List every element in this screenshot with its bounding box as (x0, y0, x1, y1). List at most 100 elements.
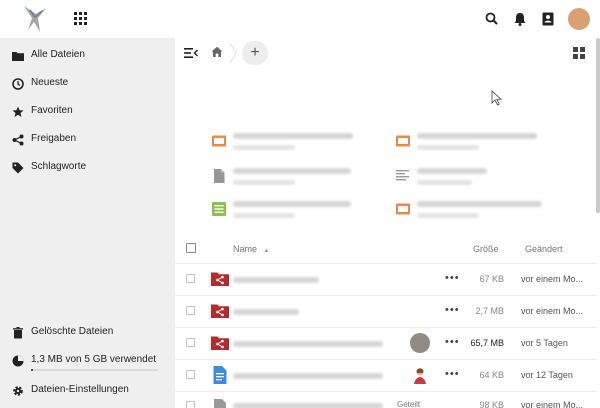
gear-icon (13, 386, 23, 396)
blurred-filename (233, 201, 351, 207)
navigation-sidebar: Alle Dateien Neueste Favoriten Freigaben… (0, 38, 175, 408)
recent-file-item[interactable] (212, 131, 382, 157)
share-owner-avatar[interactable] (410, 333, 430, 353)
home-icon[interactable] (211, 46, 223, 58)
tag-icon (12, 162, 24, 174)
file-modified: vor 5 Tagen (521, 338, 568, 348)
blurred-filedate (233, 145, 295, 150)
blurred-filename (417, 168, 487, 174)
file-icon (214, 399, 226, 408)
blurred-filename (233, 168, 351, 174)
row-checkbox[interactable] (186, 306, 195, 315)
sidebar-item-label: Schlagworte (31, 161, 87, 172)
sidebar-item-label: Gelöschte Dateien (31, 326, 114, 337)
pie-chart-icon (12, 355, 24, 367)
sidebar-item-shares[interactable]: Freigaben (0, 127, 175, 153)
file-modified: vor 12 Tagen (521, 370, 573, 380)
file-size: 2,7 MB (475, 306, 504, 316)
file-modified: vor einem Mo... (521, 274, 584, 284)
column-header-modified[interactable]: Geändert (525, 244, 563, 254)
file-modified: vor einem Mo... (521, 306, 584, 316)
file-size: 65,7 MB (470, 338, 504, 348)
blurred-filename (233, 133, 353, 139)
row-actions-menu[interactable]: ••• (445, 304, 460, 316)
add-button[interactable]: + (242, 41, 268, 65)
select-all-checkbox[interactable] (186, 243, 196, 253)
table-row[interactable]: ••• 65,7 MB vor 5 Tagen (175, 327, 596, 359)
column-header-name[interactable]: Name ▲ (233, 244, 269, 254)
table-row[interactable]: Geteilt 98 KB vor einem Mo... (175, 391, 596, 408)
breadcrumb-separator (229, 42, 237, 64)
sidebar-item-files-settings[interactable]: Dateien-Einstellungen (0, 378, 175, 404)
clock-icon (12, 78, 24, 90)
sidebar-item-deleted-files[interactable]: Gelöschte Dateien (0, 320, 175, 346)
shared-label[interactable]: Geteilt (397, 400, 420, 408)
blurred-filename (233, 373, 383, 379)
blurred-filename (233, 341, 383, 347)
column-header-size[interactable]: Größe (473, 244, 499, 254)
sidebar-item-label: Dateien-Einstellungen (31, 384, 129, 395)
recent-file-item[interactable] (396, 131, 566, 157)
shared-folder-icon (211, 272, 229, 286)
presentation-icon (396, 135, 410, 147)
sidebar-item-all-files[interactable]: Alle Dateien (0, 43, 175, 69)
app-header (0, 0, 600, 38)
table-row[interactable]: ••• 2,7 MB vor einem Mo... (175, 295, 596, 327)
sidebar-item-recent[interactable]: Neueste (0, 71, 175, 97)
scrollbar[interactable] (596, 38, 600, 213)
file-size: 67 KB (479, 274, 504, 284)
sidebar-item-label: Favoriten (31, 105, 73, 116)
collapse-navigation-icon[interactable] (184, 46, 198, 60)
share-owner-avatar[interactable] (410, 365, 430, 385)
recent-file-item[interactable] (212, 199, 382, 225)
notifications-bell-icon[interactable] (511, 10, 529, 28)
row-checkbox[interactable] (186, 274, 195, 283)
blurred-filedate (233, 213, 295, 218)
shared-folder-icon (211, 304, 229, 318)
folder-icon (12, 52, 24, 61)
row-actions-menu[interactable]: ••• (445, 336, 460, 348)
table-row[interactable]: ••• 64 KB vor 12 Tagen (175, 359, 596, 391)
contacts-icon[interactable] (539, 10, 557, 28)
shared-folder-icon (211, 336, 229, 350)
blurred-filename (233, 403, 383, 408)
row-checkbox[interactable] (186, 370, 195, 379)
sort-ascending-icon: ▲ (263, 248, 270, 254)
row-checkbox[interactable] (186, 401, 195, 408)
blurred-filename (233, 277, 319, 283)
recent-file-item[interactable] (212, 166, 382, 192)
sidebar-item-tags[interactable]: Schlagworte (0, 155, 175, 181)
share-icon (12, 134, 24, 146)
document-icon (213, 366, 227, 384)
sidebar-item-label: Freigaben (31, 133, 77, 144)
grid-view-icon[interactable] (573, 47, 585, 59)
sidebar-item-label: Neueste (31, 77, 69, 88)
quota-progress-fill (31, 369, 33, 371)
search-icon[interactable] (483, 10, 501, 28)
recent-file-item[interactable] (396, 199, 566, 225)
blurred-filename (417, 133, 537, 139)
user-avatar[interactable] (568, 8, 590, 30)
blurred-filename (233, 309, 299, 315)
apps-grid-icon[interactable] (74, 12, 88, 26)
blurred-filedate (417, 180, 472, 185)
file-modified: vor einem Mo... (521, 400, 584, 408)
text-file-icon (396, 170, 409, 181)
blurred-filedate (417, 145, 479, 150)
spreadsheet-icon (212, 202, 226, 216)
trash-icon (13, 327, 23, 339)
blurred-filedate (417, 213, 479, 218)
row-actions-menu[interactable]: ••• (445, 368, 460, 380)
row-actions-menu[interactable]: ••• (445, 272, 460, 284)
app-logo[interactable] (20, 4, 48, 34)
row-checkbox[interactable] (186, 338, 195, 347)
presentation-icon (212, 135, 226, 147)
quota-label: 1,3 MB von 5 GB verwendet (31, 354, 157, 365)
recent-file-item[interactable] (396, 166, 566, 192)
mouse-cursor (491, 90, 503, 106)
sidebar-item-favorites[interactable]: Favoriten (0, 99, 175, 125)
presentation-icon (396, 203, 410, 215)
blurred-filedate (233, 180, 295, 185)
file-size: 64 KB (479, 370, 504, 380)
table-row[interactable]: ••• 67 KB vor einem Mo... (175, 263, 596, 295)
